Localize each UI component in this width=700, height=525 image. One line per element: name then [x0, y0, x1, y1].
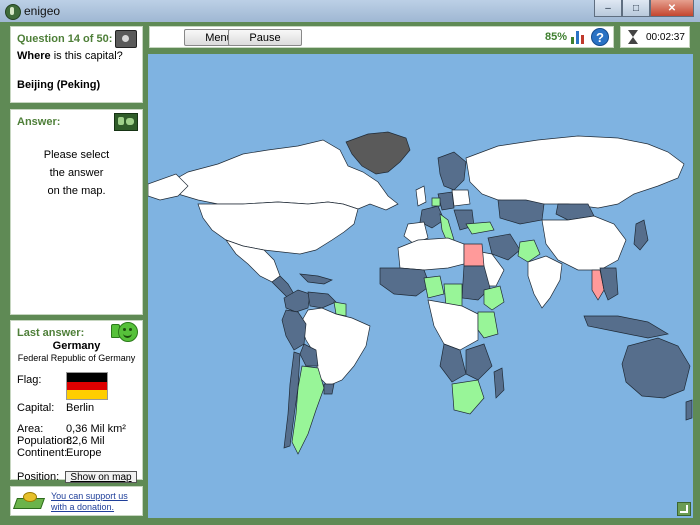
country-chad[interactable] — [443, 283, 463, 307]
population-label: Population: — [17, 435, 73, 447]
country-germany[interactable] — [437, 191, 455, 211]
camera-icon[interactable] — [115, 30, 137, 48]
country-kenya[interactable] — [477, 311, 499, 339]
capital-label: Capital: — [17, 402, 55, 414]
country-egypt[interactable] — [463, 243, 485, 267]
area-label: Area: — [17, 423, 44, 435]
country-west-africa[interactable] — [379, 267, 431, 297]
world-map-icon[interactable] — [114, 113, 138, 131]
country-ethiopia[interactable] — [483, 285, 505, 311]
answer-prompt: Please select the answer on the map. — [11, 146, 142, 200]
country-east-africa[interactable] — [465, 343, 493, 381]
donation-link[interactable]: You can support us with a donation. — [51, 491, 128, 513]
answer-header: Answer: — [17, 116, 61, 128]
country-japan[interactable] — [633, 219, 649, 251]
world-map[interactable] — [148, 54, 693, 518]
country-indochina[interactable] — [599, 267, 619, 301]
country-indonesia[interactable] — [583, 315, 669, 339]
country-madagascar[interactable] — [493, 367, 505, 399]
country-congo[interactable] — [439, 343, 467, 383]
question-rest: is this capital? — [53, 50, 123, 62]
flag-label: Flag: — [17, 374, 42, 386]
last-answer-panel: Last answer: Germany Federal Republic of… — [10, 320, 143, 483]
country-kazakhstan[interactable] — [497, 199, 545, 225]
country-north-africa[interactable] — [397, 237, 465, 271]
continent-label: Continent: — [17, 447, 68, 459]
country-central-africa[interactable] — [427, 299, 479, 351]
country-peru[interactable] — [281, 309, 307, 351]
country-belgium[interactable] — [431, 197, 441, 207]
country-turkey[interactable] — [465, 221, 495, 235]
country-venezuela[interactable] — [307, 291, 337, 309]
flag-stripe — [67, 373, 107, 382]
answer-prompt-line: on the map. — [47, 185, 106, 197]
question-panel: Question 14 of 50: Where is this capital… — [10, 26, 143, 103]
score-percent: 85% — [544, 31, 567, 43]
population-value: 82,6 Mil — [66, 435, 105, 447]
country-india[interactable] — [527, 255, 563, 309]
statistics-icon[interactable] — [571, 30, 586, 44]
country-caribbean[interactable] — [299, 273, 333, 285]
country-niger[interactable] — [423, 275, 445, 299]
country-australia[interactable] — [621, 337, 691, 399]
country-scandinavia[interactable] — [437, 151, 467, 191]
maximize-button[interactable]: □ — [622, 0, 650, 17]
last-answer-country: Germany — [52, 340, 101, 352]
toolbar: Menu Pause 85% ? — [149, 26, 614, 48]
donation-panel: You can support us with a donation. — [10, 486, 143, 516]
country-new-zealand[interactable] — [685, 399, 693, 421]
country-uk[interactable] — [415, 185, 427, 207]
timer-box: 00:02:37 — [620, 26, 690, 48]
question-where: Where — [17, 50, 51, 62]
window-controls: – □ ✕ — [594, 0, 694, 17]
minimize-button[interactable]: – — [594, 0, 622, 17]
position-label: Position: — [17, 471, 60, 483]
answer-prompt-line: the answer — [49, 167, 104, 179]
window-title: enigeo — [24, 4, 61, 18]
resize-grip-icon[interactable] — [677, 502, 691, 516]
flag-stripe — [67, 390, 107, 399]
title-bar: enigeo – □ ✕ — [0, 0, 700, 23]
app-icon — [5, 4, 21, 20]
country-russia[interactable] — [465, 135, 685, 209]
show-on-map-button[interactable]: Show on map — [65, 471, 137, 483]
question-text: Where is this capital? — [17, 50, 123, 62]
question-counter: Question 14 of 50: — [17, 33, 113, 45]
donation-line: You can support us — [51, 491, 128, 501]
donation-line: with a donation. — [51, 502, 115, 512]
area-value: 0,36 Mil km² — [66, 423, 126, 435]
country-pakistan[interactable] — [517, 239, 541, 263]
answer-prompt-line: Please select — [43, 149, 110, 161]
pause-button[interactable]: Pause — [228, 29, 302, 46]
help-icon[interactable]: ? — [591, 28, 609, 46]
hourglass-icon — [628, 30, 638, 44]
answer-panel: Answer: Please select the answer on the … — [10, 109, 143, 315]
continent-value: Europe — [66, 447, 102, 459]
elapsed-timer: 00:02:37 — [646, 32, 685, 43]
last-answer-header: Last answer: — [17, 327, 85, 339]
capital-value: Berlin — [66, 402, 95, 414]
country-poland[interactable] — [451, 189, 471, 207]
country-usa[interactable] — [197, 201, 359, 255]
flag-stripe — [67, 381, 107, 391]
question-capital: Beijing (Peking) — [17, 79, 101, 91]
country-greenland[interactable] — [345, 131, 411, 175]
close-button[interactable]: ✕ — [650, 0, 694, 17]
smiley-icon — [118, 322, 138, 342]
last-answer-official-name: Federal Republic of Germany — [17, 353, 136, 363]
country-south-africa[interactable] — [451, 379, 485, 415]
money-icon[interactable] — [15, 492, 47, 508]
flag-image — [66, 372, 108, 400]
country-uruguay[interactable] — [323, 383, 335, 395]
world-map-svg[interactable] — [148, 54, 693, 518]
